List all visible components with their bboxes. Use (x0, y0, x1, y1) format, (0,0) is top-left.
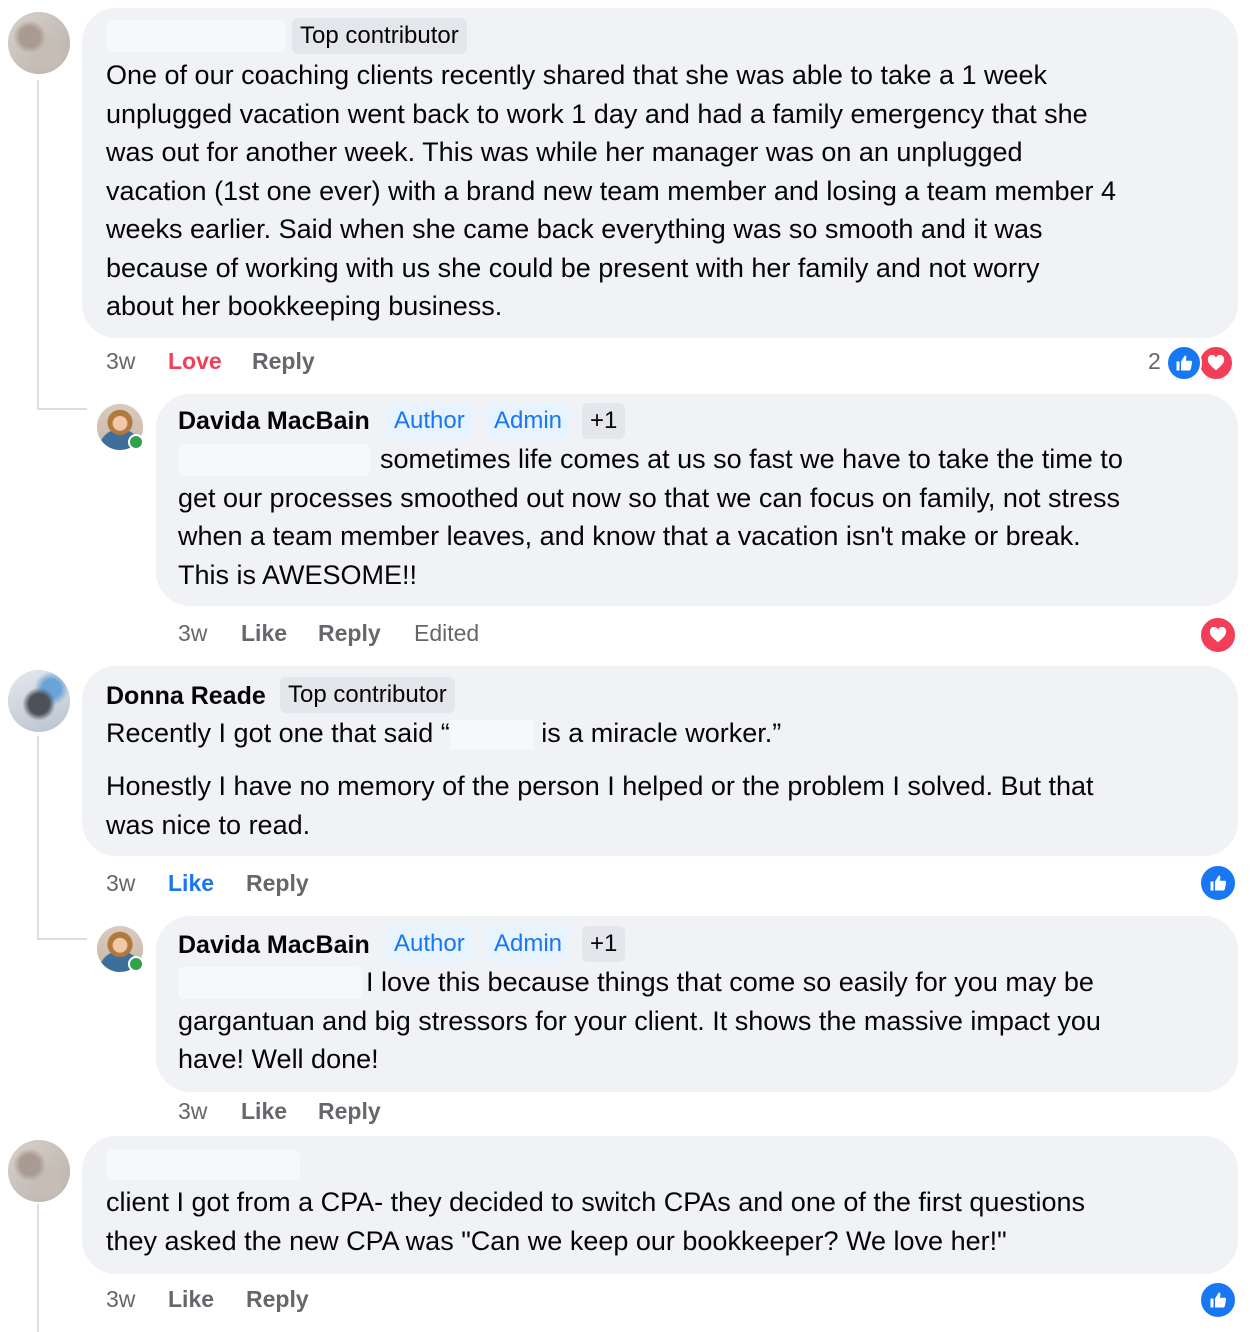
comment-line: because of working with us she could be … (106, 252, 1040, 283)
more-badges[interactable]: +1 (582, 403, 626, 439)
heart-icon[interactable] (1198, 345, 1234, 381)
reply-button[interactable]: Reply (318, 620, 381, 647)
thread-connector (37, 938, 87, 940)
like-button[interactable]: Like (168, 870, 214, 897)
comment-text: One of our coaching clients recently sha… (106, 56, 1226, 326)
timestamp[interactable]: 3w (106, 1286, 135, 1313)
reply-line: get our processes smoothed out now so th… (178, 482, 1120, 513)
comment-line: unplugged vacation went back to work 1 d… (106, 98, 1088, 129)
top-contributor-badge: Top contributor (292, 18, 467, 54)
like-button[interactable]: Like (241, 620, 287, 647)
thumbs-up-icon[interactable] (1199, 864, 1237, 902)
timestamp[interactable]: 3w (178, 620, 207, 647)
admin-badge: Admin (486, 926, 571, 962)
comment-line-end: is a miracle worker.” (541, 718, 782, 748)
online-status-indicator (128, 956, 144, 972)
like-button[interactable]: Like (241, 1098, 287, 1125)
avatar[interactable] (8, 12, 70, 74)
comment-line: they asked the new CPA was "Can we keep … (106, 1225, 1007, 1256)
author-badge: Author (386, 926, 473, 962)
reply-line: gargantuan and big stressors for your cl… (178, 1005, 1101, 1036)
avatar[interactable] (8, 670, 70, 732)
thumbs-up-icon[interactable] (1199, 1281, 1237, 1319)
more-badges[interactable]: +1 (582, 926, 626, 962)
thumbs-up-icon[interactable] (1166, 345, 1202, 381)
thread-connector (37, 408, 87, 410)
reply-line: I love this because things that come so … (366, 967, 1094, 997)
reply-button[interactable]: Reply (246, 870, 309, 897)
comment-text: Honestly I have no memory of the person … (106, 767, 1226, 844)
edited-label: Edited (414, 620, 480, 646)
comment-line: One of our coaching clients recently sha… (106, 60, 1048, 90)
comment-line: was out for another week. This was while… (106, 137, 1023, 167)
thread-line (37, 736, 39, 940)
thread-line (37, 80, 39, 410)
comment-line: about her bookkeeping business. (106, 291, 503, 321)
reply-button[interactable]: Reply (246, 1286, 309, 1313)
redacted-name (449, 719, 534, 750)
like-button[interactable]: Like (168, 1286, 214, 1313)
heart-icon[interactable] (1199, 616, 1237, 654)
timestamp[interactable]: 3w (106, 348, 135, 375)
love-reaction-button[interactable]: Love (168, 348, 222, 375)
redacted-author-name (106, 1150, 300, 1180)
reply-text: I love this because things that come so … (178, 963, 1228, 1079)
author-name[interactable]: Davida MacBain (178, 407, 370, 436)
online-status-indicator (128, 434, 144, 450)
reply-line: when a team member leaves, and know that… (178, 521, 1081, 551)
reply-button[interactable]: Reply (252, 348, 315, 375)
thread-line (37, 1204, 39, 1332)
timestamp[interactable]: 3w (106, 870, 135, 897)
author-badge: Author (386, 403, 473, 439)
reply-button[interactable]: Reply (318, 1098, 381, 1125)
avatar[interactable] (8, 1140, 70, 1202)
reaction-count[interactable]: 2 (1148, 348, 1161, 375)
comment-text: client I got from a CPA- they decided to… (106, 1183, 1226, 1260)
comment-line: weeks earlier. Said when she came back e… (106, 214, 1043, 244)
reply-line: have! Well done! (178, 1044, 379, 1074)
reply-line: sometimes life comes at us so fast we ha… (380, 444, 1123, 474)
admin-badge: Admin (486, 403, 571, 439)
top-contributor-badge: Top contributor (280, 677, 455, 713)
reply-text: sometimes life comes at us so fast we ha… (178, 440, 1228, 594)
comment-line: was nice to read. (106, 809, 311, 840)
comment-line: client I got from a CPA- they decided to… (106, 1187, 1085, 1217)
comment-text: Recently I got one that said “ is a mira… (106, 714, 1226, 753)
redacted-author-name (106, 20, 286, 52)
reply-line: This is AWESOME!! (178, 559, 418, 590)
author-name[interactable]: Donna Reade (106, 682, 266, 711)
author-name[interactable]: Davida MacBain (178, 931, 370, 960)
comment-line: vacation (1st one ever) with a brand new… (106, 175, 1116, 206)
timestamp[interactable]: 3w (178, 1098, 207, 1125)
comment-line-start: Recently I got one that said “ (106, 718, 450, 748)
comment-line: Honestly I have no memory of the person … (106, 771, 1094, 801)
